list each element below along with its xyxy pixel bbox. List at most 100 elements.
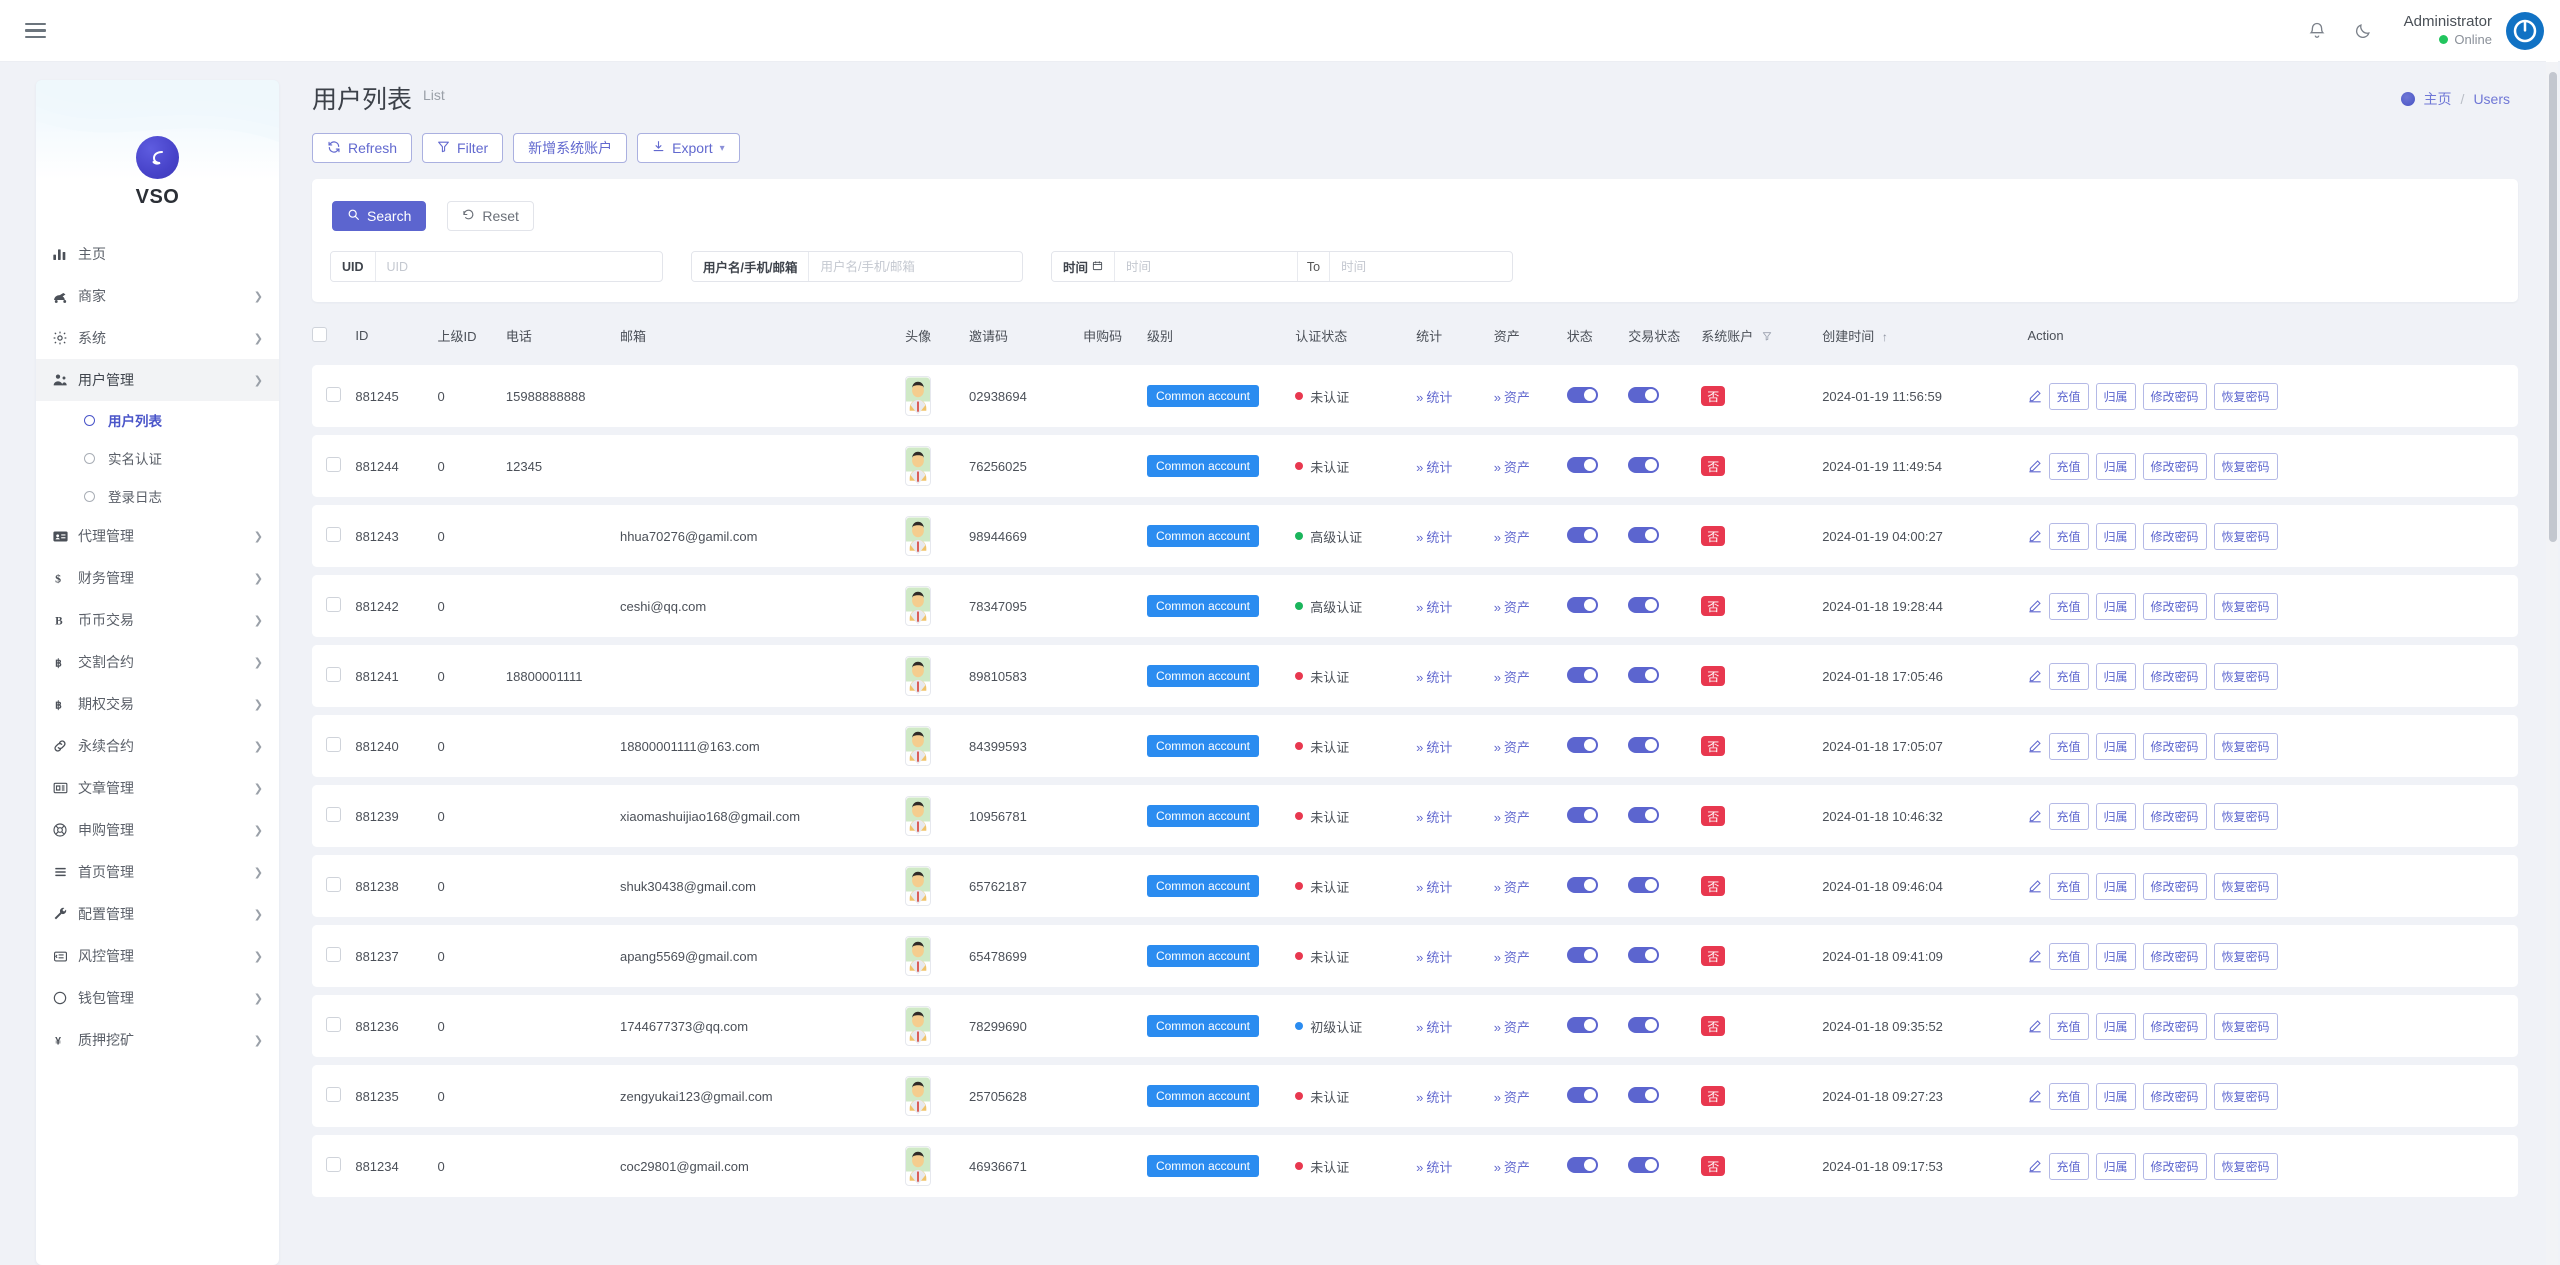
change-password-button[interactable]: 修改密码 (2142, 1012, 2207, 1040)
attribution-button[interactable]: 归属 (2095, 802, 2136, 830)
cell-assets[interactable]: » 资产 (1493, 715, 1567, 777)
change-password-button[interactable]: 修改密码 (2142, 942, 2207, 970)
row-checkbox[interactable] (326, 387, 341, 402)
cell-trade-status[interactable] (1628, 575, 1702, 637)
row-checkbox[interactable] (326, 457, 341, 472)
col-trade-status[interactable]: 交易状态 (1628, 320, 1701, 357)
cell-avatar[interactable] (905, 645, 969, 707)
table-row[interactable]: 881244 0 12345 76256025 Common account 未… (312, 435, 2518, 497)
time-to-input[interactable] (1330, 252, 1512, 281)
pencil-icon[interactable] (2028, 599, 2042, 613)
cell-trade-status[interactable] (1628, 505, 1702, 567)
sidebar-item-config-management[interactable]: 配置管理 ❯ (36, 893, 279, 935)
row-checkbox[interactable] (326, 807, 341, 822)
pencil-icon[interactable] (2028, 669, 2042, 683)
attribution-button[interactable]: 归属 (2095, 1152, 2136, 1180)
recharge-button[interactable]: 充值 (2048, 802, 2089, 830)
restore-password-button[interactable]: 恢复密码 (2213, 942, 2278, 970)
sidebar-item-article-management[interactable]: 文章管理 ❯ (36, 767, 279, 809)
cell-assets[interactable]: » 资产 (1493, 645, 1567, 707)
restore-password-button[interactable]: 恢复密码 (2213, 522, 2278, 550)
attribution-button[interactable]: 归属 (2095, 942, 2136, 970)
cell-stats[interactable]: » 统计 (1416, 715, 1494, 777)
col-created-at[interactable]: 创建时间 ↑ (1822, 320, 2027, 357)
select-all-checkbox[interactable] (312, 326, 327, 342)
table-row[interactable]: 881242 0 ceshi@qq.com 78347095 Common ac… (312, 575, 2518, 637)
sidebar-item-wallet-management[interactable]: 钱包管理 ❯ (36, 977, 279, 1019)
cell-assets[interactable]: » 资产 (1493, 855, 1567, 917)
cell-trade-status[interactable] (1628, 645, 1702, 707)
pencil-icon[interactable] (2028, 1089, 2042, 1103)
row-checkbox[interactable] (326, 1087, 341, 1102)
hamburger-icon[interactable] (18, 14, 52, 48)
restore-password-button[interactable]: 恢复密码 (2213, 802, 2278, 830)
pencil-icon[interactable] (2028, 459, 2042, 473)
cell-avatar[interactable] (905, 925, 969, 987)
cell-status[interactable] (1566, 645, 1629, 707)
pencil-icon[interactable] (2028, 809, 2042, 823)
pencil-icon[interactable] (2028, 739, 2042, 753)
row-checkbox[interactable] (326, 527, 341, 542)
col-id[interactable]: ID (355, 320, 437, 357)
cell-stats[interactable]: » 统计 (1416, 925, 1494, 987)
row-checkbox[interactable] (326, 947, 341, 962)
cell-stats[interactable]: » 统计 (1416, 1065, 1494, 1127)
cell-stats[interactable]: » 统计 (1416, 365, 1494, 427)
restore-password-button[interactable]: 恢复密码 (2213, 1082, 2278, 1110)
search-button[interactable]: Search (332, 201, 427, 231)
cell-trade-status[interactable] (1628, 925, 1702, 987)
sidebar-item-merchant[interactable]: 商家 ❯ (36, 275, 279, 317)
change-password-button[interactable]: 修改密码 (2142, 1152, 2207, 1180)
sidebar-item-agent-management[interactable]: 代理管理 ❯ (36, 515, 279, 557)
restore-password-button[interactable]: 恢复密码 (2213, 1152, 2278, 1180)
restore-password-button[interactable]: 恢复密码 (2213, 872, 2278, 900)
recharge-button[interactable]: 充值 (2048, 382, 2089, 410)
cell-stats[interactable]: » 统计 (1416, 1135, 1494, 1197)
cell-trade-status[interactable] (1628, 1065, 1702, 1127)
filter-button[interactable]: Filter (422, 133, 504, 163)
recharge-button[interactable]: 充值 (2048, 592, 2089, 620)
attribution-button[interactable]: 归属 (2095, 732, 2136, 760)
change-password-button[interactable]: 修改密码 (2142, 522, 2207, 550)
row-checkbox[interactable] (326, 667, 341, 682)
cell-trade-status[interactable] (1628, 785, 1702, 847)
cell-status[interactable] (1566, 995, 1629, 1057)
cell-trade-status[interactable] (1628, 365, 1702, 427)
sidebar-item-homepage-management[interactable]: 首页管理 ❯ (36, 851, 279, 893)
cell-assets[interactable]: » 资产 (1493, 785, 1567, 847)
table-row[interactable]: 881237 0 apang5569@gmail.com 65478699 Co… (312, 925, 2518, 987)
cell-avatar[interactable] (905, 715, 969, 777)
cell-stats[interactable]: » 统计 (1416, 505, 1494, 567)
recharge-button[interactable]: 充值 (2048, 452, 2089, 480)
avatar[interactable] (2506, 11, 2544, 50)
pencil-icon[interactable] (2028, 529, 2042, 543)
uid-input[interactable] (375, 252, 662, 281)
cell-status[interactable] (1566, 715, 1629, 777)
pencil-icon[interactable] (2028, 949, 2042, 963)
table-row[interactable]: 881245 0 15988888888 02938694 Common acc… (312, 365, 2518, 427)
recharge-button[interactable]: 充值 (2048, 732, 2089, 760)
time-from-input[interactable] (1115, 252, 1297, 281)
user-menu[interactable]: Administrator Online (2404, 11, 2544, 50)
recharge-button[interactable]: 充值 (2048, 1012, 2089, 1040)
cell-avatar[interactable] (905, 995, 969, 1057)
cell-stats[interactable]: » 统计 (1416, 785, 1494, 847)
attribution-button[interactable]: 归属 (2095, 1012, 2136, 1040)
username-input[interactable] (809, 252, 1022, 281)
cell-stats[interactable]: » 统计 (1416, 995, 1494, 1057)
recharge-button[interactable]: 充值 (2048, 522, 2089, 550)
col-cert-status[interactable]: 认证状态 (1295, 320, 1416, 357)
cell-trade-status[interactable] (1628, 715, 1702, 777)
attribution-button[interactable]: 归属 (2095, 522, 2136, 550)
attribution-button[interactable]: 归属 (2095, 452, 2136, 480)
sidebar-subitem-login-log[interactable]: 登录日志 (36, 477, 279, 515)
recharge-button[interactable]: 充值 (2048, 1152, 2089, 1180)
pencil-icon[interactable] (2028, 389, 2042, 403)
col-parent-id[interactable]: 上级ID (437, 320, 505, 357)
sidebar-subitem-real-name-auth[interactable]: 实名认证 (36, 439, 279, 477)
restore-password-button[interactable]: 恢复密码 (2213, 662, 2278, 690)
row-checkbox[interactable] (326, 737, 341, 752)
table-row[interactable]: 881234 0 coc29801@gmail.com 46936671 Com… (312, 1135, 2518, 1197)
pencil-icon[interactable] (2028, 1159, 2042, 1173)
cell-assets[interactable]: » 资产 (1493, 435, 1567, 497)
